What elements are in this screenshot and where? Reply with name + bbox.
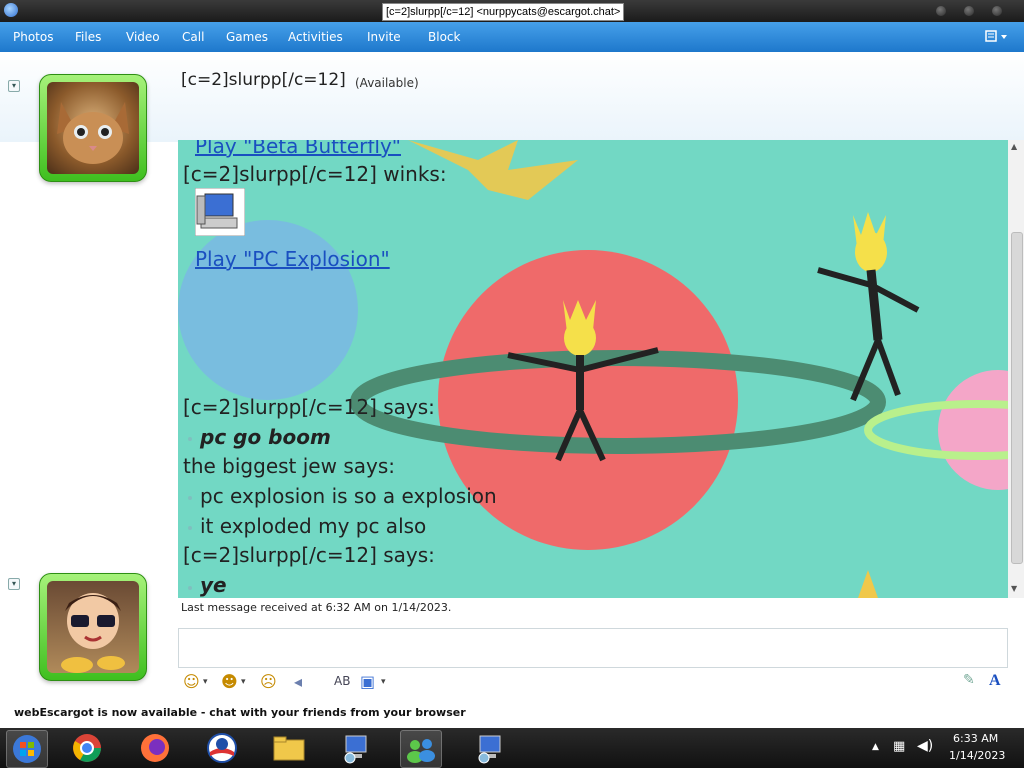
menu-call[interactable]: Call — [182, 30, 204, 44]
cartoon-picture — [47, 581, 139, 673]
wink-icon[interactable]: ☻ — [221, 672, 238, 691]
self-avatar[interactable] — [39, 573, 147, 681]
scroll-up-icon[interactable]: ▲ — [1011, 142, 1017, 151]
message-text: ye — [200, 573, 227, 597]
message-bullet — [188, 437, 192, 441]
taskbar-file-explorer[interactable] — [269, 730, 309, 766]
taskbar: ▲ ▦ ◀) 6:33 AM 1/14/2023 — [0, 728, 1024, 768]
scroll-down-icon[interactable]: ▼ — [1011, 584, 1017, 593]
maximize-button[interactable] — [964, 6, 974, 16]
messenger-buddies-icon — [407, 739, 435, 763]
message-bullet — [188, 496, 192, 500]
cat-picture — [47, 82, 139, 174]
taskbar-chrome[interactable] — [67, 730, 107, 766]
game-link[interactable]: Play "Beta Butterfly" — [195, 140, 401, 158]
collapse-contact-icon[interactable]: ▾ — [8, 80, 20, 92]
handwriting-icon[interactable]: ✎ — [963, 672, 975, 688]
windows-orb-icon — [13, 735, 41, 763]
window-title: [c=2]slurpp[/c=12] <nurppycats@escargot.… — [382, 3, 625, 21]
chat-scrollbar[interactable]: ▲ ▼ — [1008, 140, 1024, 598]
collapse-self-icon[interactable]: ▾ — [8, 578, 20, 590]
background-icon[interactable]: ▣ — [360, 672, 375, 691]
emoticon-icon[interactable]: ☺ — [183, 672, 200, 691]
message-input[interactable] — [178, 628, 1008, 668]
spellcheck-icon[interactable]: AB — [334, 674, 350, 688]
emoticon-dropdown-icon[interactable]: ▾ — [203, 677, 208, 687]
contact-name: [c=2]slurpp[/c=12] — [181, 70, 346, 90]
status-bar-message[interactable]: webEscargot is now available - chat with… — [14, 706, 466, 719]
menu-block[interactable]: Block — [428, 30, 460, 44]
background-dropdown-icon[interactable]: ▾ — [381, 677, 386, 687]
volume-icon[interactable]: ◀) — [917, 738, 933, 754]
title-bar[interactable]: [c=2]slurpp[/c=12] <nurppycats@escargot.… — [0, 0, 1024, 22]
computer-network-icon — [478, 735, 501, 764]
app-icon — [4, 3, 18, 17]
message-bullet — [188, 526, 192, 530]
menu-video[interactable]: Video — [126, 30, 160, 44]
wink-dropdown-icon[interactable]: ▾ — [241, 677, 246, 687]
menu-photos[interactable]: Photos — [13, 30, 53, 44]
menu-activities[interactable]: Activities — [288, 30, 343, 44]
taskbar-messenger[interactable] — [400, 730, 442, 768]
menu-games[interactable]: Games — [226, 30, 268, 44]
contact-avatar[interactable] — [39, 74, 147, 182]
sender-name: the biggest jew says: — [183, 454, 395, 478]
computer-wink-icon[interactable] — [195, 188, 245, 236]
voice-clip-icon[interactable]: ◂ — [294, 672, 302, 691]
firefox-icon — [141, 734, 169, 762]
message-bullet — [188, 586, 192, 590]
input-toolbar: ☺ ▾ ☻ ▾ ☹ ◂ AB ▣ ▾ ✎ A — [178, 668, 1008, 696]
message-text: pc explosion is so a explosion — [200, 484, 497, 508]
minimize-button[interactable] — [936, 6, 946, 16]
font-icon[interactable]: A — [989, 672, 1001, 690]
menu-files[interactable]: Files — [75, 30, 101, 44]
message-text: it exploded my pc also — [200, 514, 427, 538]
close-button[interactable] — [992, 6, 1002, 16]
start-button[interactable] — [6, 730, 48, 768]
game-link[interactable]: Play "PC Explosion" — [195, 247, 390, 271]
taskbar-firefox[interactable] — [135, 730, 175, 766]
conversation-header — [0, 52, 1024, 142]
network-icon[interactable]: ▦ — [893, 739, 905, 754]
show-hidden-icons-icon[interactable]: ▲ — [872, 742, 879, 752]
nudge-icon[interactable]: ☹ — [260, 672, 277, 691]
obama-logo-icon — [207, 733, 237, 763]
kitten-face-icon — [57, 102, 129, 164]
last-message-info: Last message received at 6:32 AM on 1/14… — [181, 601, 452, 614]
menu-invite[interactable]: Invite — [367, 30, 401, 44]
sender-name: [c=2]slurpp[/c=12] says: — [183, 395, 435, 419]
taskbar-network-app-2[interactable] — [470, 730, 510, 766]
taskbar-messenger-logo[interactable] — [202, 730, 242, 766]
scroll-thumb[interactable] — [1011, 232, 1023, 564]
sender-name: [c=2]slurpp[/c=12] says: — [183, 543, 435, 567]
message-text: pc go boom — [200, 425, 331, 449]
chrome-icon — [73, 734, 101, 762]
clock-time[interactable]: 6:33 AM — [953, 732, 998, 745]
taskbar-network-app[interactable] — [336, 730, 376, 766]
cartoon-character-icon — [61, 593, 125, 673]
menu-options-icon[interactable] — [985, 30, 1011, 44]
conversation-menu-bar: Photos Files Video Call Games Activities… — [0, 22, 1024, 52]
chat-history[interactable]: Play "Beta Butterfly" [c=2]slurpp[/c=12]… — [178, 140, 1008, 598]
clock-date[interactable]: 1/14/2023 — [949, 749, 1005, 762]
computer-network-icon — [344, 735, 367, 764]
contact-status: (Available) — [355, 76, 419, 90]
folder-icon — [273, 736, 305, 761]
sender-name: [c=2]slurpp[/c=12] winks: — [183, 162, 447, 186]
